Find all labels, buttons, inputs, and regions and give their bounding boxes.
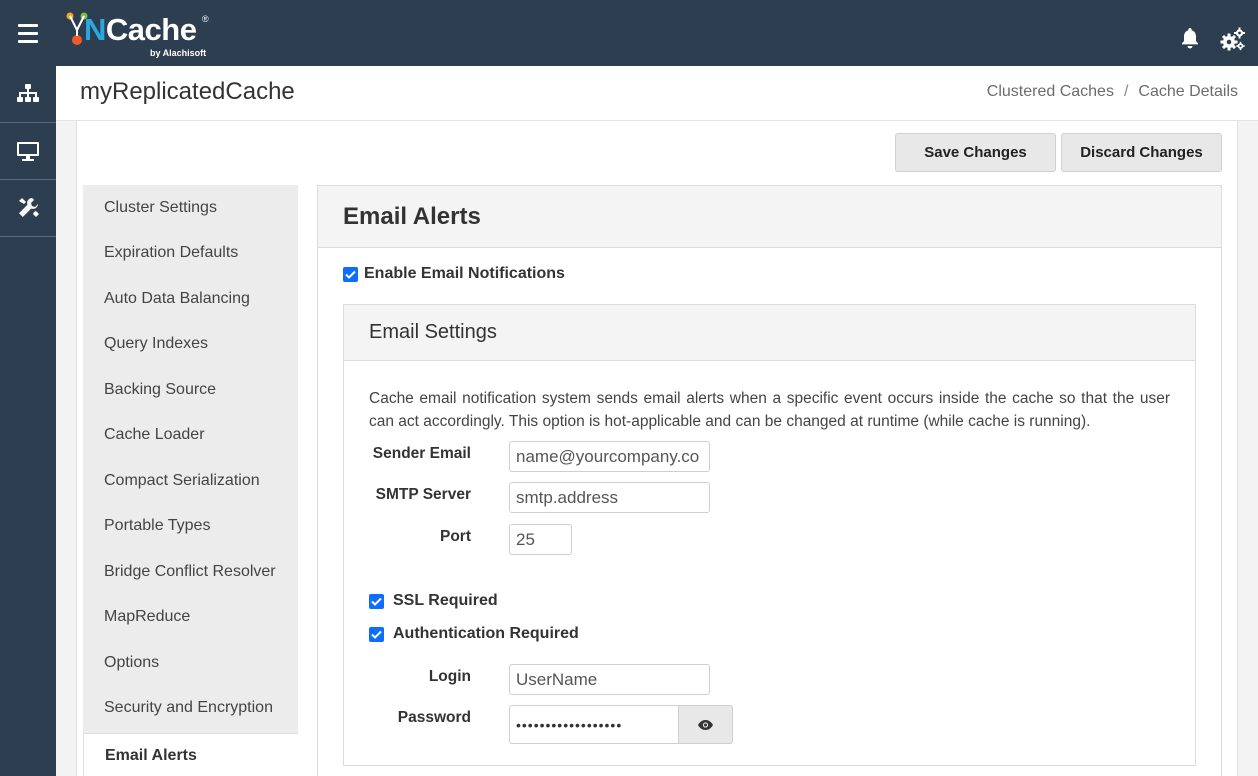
- nav-item-cache-loader[interactable]: Cache Loader: [83, 413, 298, 459]
- panel-title: Email Alerts: [318, 186, 1221, 248]
- logo-wordmark: NCache: [84, 12, 197, 47]
- breadcrumb: Clustered Caches / Cache Details: [987, 83, 1238, 101]
- breadcrumb-clustered-caches[interactable]: Clustered Caches: [987, 83, 1114, 100]
- ssl-required-checkbox[interactable]: [369, 593, 384, 609]
- authentication-required-row: Authentication Required: [369, 625, 579, 643]
- enable-email-notifications-row: Enable Email Notifications: [343, 265, 565, 283]
- save-changes-button[interactable]: Save Changes: [895, 133, 1056, 172]
- ssl-required-label: SSL Required: [393, 592, 498, 609]
- email-settings-description: Cache email notification system sends em…: [369, 390, 1170, 430]
- nav-item-auto-data-balancing[interactable]: Auto Data Balancing: [83, 276, 298, 322]
- eye-icon: [698, 719, 713, 730]
- enable-notifications-label: Enable Email Notifications: [364, 265, 565, 282]
- enable-notifications-checkbox[interactable]: [343, 266, 358, 282]
- nav-item-email-alerts[interactable]: Email Alerts: [83, 733, 298, 776]
- nav-item-cluster-settings[interactable]: Cluster Settings: [83, 185, 298, 231]
- ncache-logo: NCache ® by Alachisoft: [66, 8, 216, 60]
- nav-item-mapreduce[interactable]: MapReduce: [83, 595, 298, 641]
- checkbox-checked-icon: [345, 270, 356, 279]
- nav-item-bridge-conflict-resolver[interactable]: Bridge Conflict Resolver: [83, 549, 298, 595]
- show-password-button[interactable]: [678, 705, 733, 744]
- tools-icon[interactable]: [0, 180, 56, 237]
- sender-email-label: Sender Email: [372, 445, 471, 462]
- nav-item-compact-serialization[interactable]: Compact Serialization: [83, 458, 298, 504]
- nav-item-options[interactable]: Options: [83, 640, 298, 686]
- top-bar: NCache ® by Alachisoft: [0, 0, 1258, 66]
- password-input[interactable]: ••••••••••••••••••: [509, 705, 679, 744]
- smtp-server-input[interactable]: smtp.address: [509, 482, 710, 513]
- nav-item-backing-source[interactable]: Backing Source: [83, 367, 298, 413]
- nav-item-query-indexes[interactable]: Query Indexes: [83, 322, 298, 368]
- nav-item-security-and-encryption[interactable]: Security and Encryption: [83, 686, 298, 732]
- nav-item-expiration-defaults[interactable]: Expiration Defaults: [83, 231, 298, 277]
- ssl-required-row: SSL Required: [369, 592, 498, 610]
- monitor-icon[interactable]: [0, 123, 56, 180]
- settings-nav: Cluster Settings Expiration Defaults Aut…: [83, 185, 298, 776]
- checkbox-checked-icon: [371, 597, 382, 606]
- sender-email-input[interactable]: name@yourcompany.co: [509, 441, 710, 472]
- main-content: Save Changes Discard Changes Cluster Set…: [76, 121, 1238, 776]
- bell-icon[interactable]: [1178, 26, 1202, 50]
- email-alerts-panel: Email Alerts Enable Email Notifications …: [317, 185, 1222, 776]
- password-label: Password: [397, 709, 471, 726]
- login-label: Login: [428, 668, 471, 685]
- logo-byline: by Alachisoft: [150, 48, 207, 58]
- menu-icon[interactable]: [0, 0, 56, 66]
- discard-changes-button[interactable]: Discard Changes: [1061, 133, 1222, 172]
- breadcrumb-cache-details: Cache Details: [1138, 83, 1238, 100]
- page-title: myReplicatedCache: [80, 78, 295, 105]
- authentication-required-checkbox[interactable]: [369, 626, 384, 642]
- email-settings-title: Email Settings: [344, 305, 1195, 361]
- port-label: Port: [440, 528, 471, 545]
- email-settings-panel: Email Settings Cache email notification …: [343, 304, 1196, 766]
- port-input[interactable]: 25: [509, 524, 572, 555]
- authentication-required-label: Authentication Required: [393, 625, 579, 642]
- gears-icon[interactable]: [1220, 26, 1246, 52]
- smtp-server-label: SMTP Server: [375, 486, 471, 503]
- left-rail: [0, 66, 56, 776]
- login-input[interactable]: UserName: [509, 664, 710, 695]
- breadcrumb-separator: /: [1123, 83, 1129, 100]
- topology-icon[interactable]: [0, 66, 56, 123]
- logo-registered-mark: ®: [202, 14, 209, 24]
- nav-item-portable-types[interactable]: Portable Types: [83, 504, 298, 550]
- checkbox-checked-icon: [371, 630, 382, 639]
- page-header: myReplicatedCache Clustered Caches / Cache…: [56, 66, 1258, 121]
